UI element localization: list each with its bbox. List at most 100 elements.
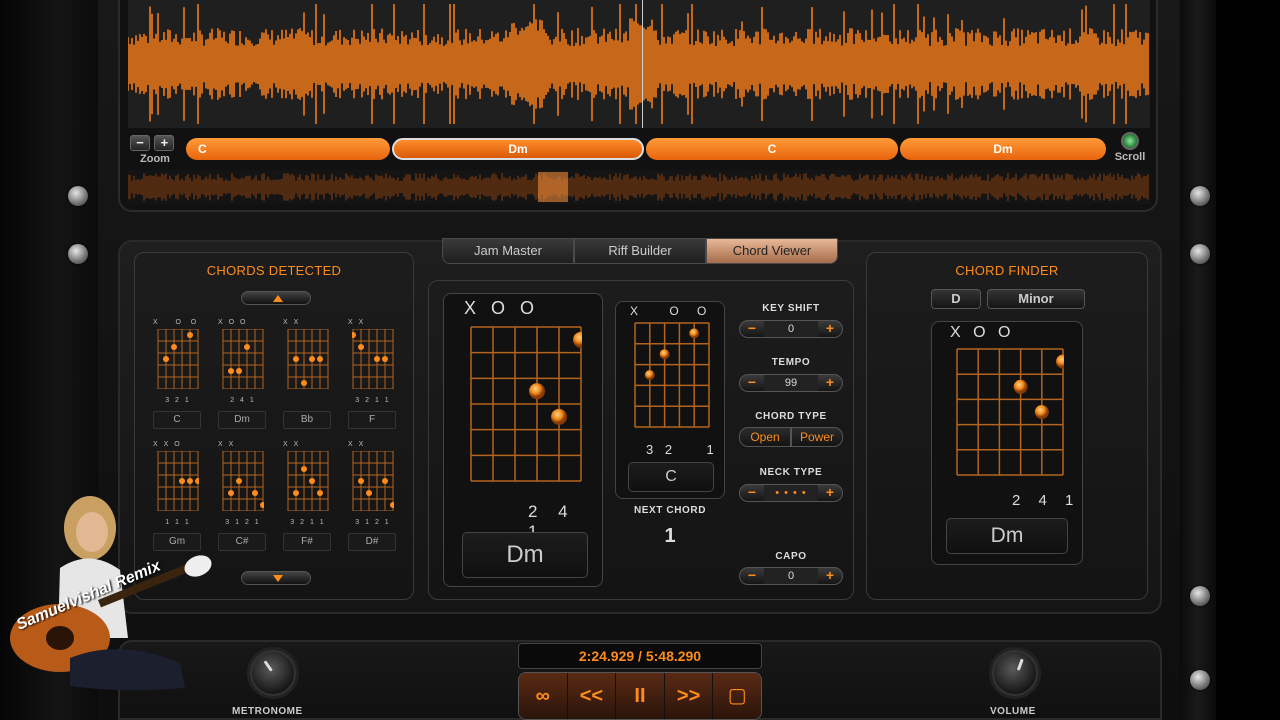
knob-indicator [263, 660, 273, 672]
timeline-segment[interactable]: C [646, 138, 898, 160]
timeline-segment-active[interactable]: Dm [392, 138, 644, 160]
playhead[interactable] [642, 0, 643, 128]
next-chord-name: C [628, 462, 714, 492]
capo-decrease-button[interactable]: − [742, 568, 762, 584]
tab-chord-viewer[interactable]: Chord Viewer [706, 238, 838, 264]
fast-forward-button[interactable]: >> [664, 673, 714, 719]
screw-icon [1190, 186, 1210, 206]
capo-label: CAPO [775, 551, 807, 562]
rack-right [1180, 0, 1216, 720]
mini-chord-diagram [287, 451, 329, 511]
current-chord-diagram [470, 326, 582, 482]
current-chord-card: X O O 2 4 1 Dm [443, 293, 603, 587]
chord-type-power-button[interactable]: Power [791, 427, 843, 447]
metronome-label: METRONOME [232, 706, 303, 717]
mini-chord-string-marks: X X [348, 441, 366, 448]
neck-type-value: • • • • [764, 485, 818, 501]
metronome-knob[interactable] [250, 650, 296, 696]
rewind-button[interactable]: << [567, 673, 617, 719]
detected-chord[interactable]: X X 3 2 1 1 F [348, 319, 404, 437]
key-shift-decrease-button[interactable]: − [742, 321, 762, 337]
overview-graphic [128, 173, 1149, 201]
stop-button[interactable]: ▢ [713, 673, 761, 719]
next-chord-label: NEXT CHORD [633, 505, 707, 516]
transport-controls: ∞ << II >> ▢ [518, 672, 762, 720]
finder-chord-card: X O O 2 4 1 Dm [931, 321, 1083, 565]
timeline-segment[interactable]: C [186, 138, 390, 160]
tempo-increase-button[interactable]: + [820, 375, 840, 391]
mini-chord-diagram [222, 329, 264, 389]
tempo-decrease-button[interactable]: − [742, 375, 762, 391]
detected-chord[interactable]: X X 3 1 2 1 D# [348, 441, 404, 559]
next-chord-diagram [634, 322, 710, 428]
detected-chord[interactable]: X O O 3 2 1 C [153, 319, 209, 437]
loop-button[interactable]: ∞ [519, 673, 568, 719]
neck-type-decrease-button[interactable]: − [742, 485, 762, 501]
arrow-down-icon [273, 575, 283, 582]
mini-chord-fingering: 3 2 1 1 [355, 397, 391, 404]
detected-chord[interactable]: X X Bb [283, 319, 339, 437]
overview-waveform[interactable] [128, 170, 1150, 204]
finder-chord-fingering: 2 4 1 [1012, 492, 1081, 509]
detected-chord[interactable]: X X 3 2 1 1 F# [283, 441, 339, 559]
key-shift-value: 0 [764, 321, 818, 337]
chord-type-toggle: Open Power [739, 427, 843, 447]
mini-chord-fingering: 3 2 1 [165, 397, 191, 404]
scroll-down-button[interactable] [241, 571, 311, 585]
watermark-guitarist-image [10, 496, 212, 691]
key-shift-stepper: − 0 + [739, 320, 843, 338]
time-display: 2:24.929 / 5:48.290 [518, 643, 762, 669]
scroll-label: Scroll [1114, 151, 1146, 163]
mini-chord-string-marks: X X [218, 441, 236, 448]
mini-chord-fingering: 3 2 1 1 [290, 519, 326, 526]
detected-chord[interactable]: X O O 2 4 1 Dm [218, 319, 274, 437]
chord-type-open-button[interactable]: Open [739, 427, 791, 447]
volume-knob[interactable] [992, 650, 1038, 696]
tab-riff-builder[interactable]: Riff Builder [574, 238, 706, 264]
key-shift-label: KEY SHIFT [762, 303, 820, 314]
next-chord-string-marks: X O O [630, 304, 708, 318]
chord-root-select[interactable]: D [931, 289, 981, 309]
finder-chord-string-marks: X O O [950, 324, 1015, 341]
mini-chord-string-marks: X X [348, 319, 366, 326]
pause-button[interactable]: II [616, 673, 665, 719]
neck-type-stepper: − • • • • + [739, 484, 843, 502]
scroll-toggle[interactable] [1121, 132, 1139, 150]
mini-chord-name: F# [283, 533, 331, 551]
neck-type-label: NECK TYPE [759, 467, 823, 478]
mini-chord-name: D# [348, 533, 396, 551]
tempo-stepper: − 99 + [739, 374, 843, 392]
key-shift-increase-button[interactable]: + [820, 321, 840, 337]
mini-chord-fingering: 2 4 1 [230, 397, 256, 404]
timeline-segment[interactable]: Dm [900, 138, 1106, 160]
chord-finder-title: CHORD FINDER [955, 263, 1059, 278]
neck-type-increase-button[interactable]: + [820, 485, 840, 501]
zoom-in-button[interactable]: + [154, 135, 175, 151]
right-edge [1216, 0, 1280, 720]
mini-chord-diagram [157, 329, 199, 389]
next-chord-card: X O O 3 2 1 C [615, 301, 725, 499]
chord-type-label: CHORD TYPE [755, 411, 827, 422]
overview-cursor[interactable] [538, 172, 568, 202]
next-chord-count: 1 [664, 525, 676, 547]
chord-viewer-panel: X O O 2 4 1 Dm X O O 3 2 1 C NEXT CHORD … [428, 280, 854, 600]
chord-quality-select[interactable]: Minor [987, 289, 1085, 309]
screw-icon [68, 186, 88, 206]
screw-icon [1190, 244, 1210, 264]
scroll-up-button[interactable] [241, 291, 311, 305]
capo-increase-button[interactable]: + [820, 568, 840, 584]
mode-tabs: Jam Master Riff Builder Chord Viewer [442, 238, 838, 264]
waveform-display[interactable] [128, 0, 1150, 128]
waveform-graphic [128, 4, 1149, 124]
zoom-out-button[interactable]: − [130, 135, 150, 151]
mini-chord-fingering: 3 1 2 1 [355, 519, 391, 526]
mini-chord-name: F [348, 411, 396, 429]
finder-chord-name: Dm [946, 518, 1068, 554]
mini-chord-string-marks: X O O [218, 319, 248, 326]
tab-jam-master[interactable]: Jam Master [442, 238, 574, 264]
mini-chord-string-marks: X O O [153, 319, 199, 326]
mini-chord-name: Bb [283, 411, 331, 429]
zoom-label: Zoom [140, 153, 170, 165]
tempo-value: 99 [764, 375, 818, 391]
mini-chord-string-marks: X X [283, 441, 301, 448]
